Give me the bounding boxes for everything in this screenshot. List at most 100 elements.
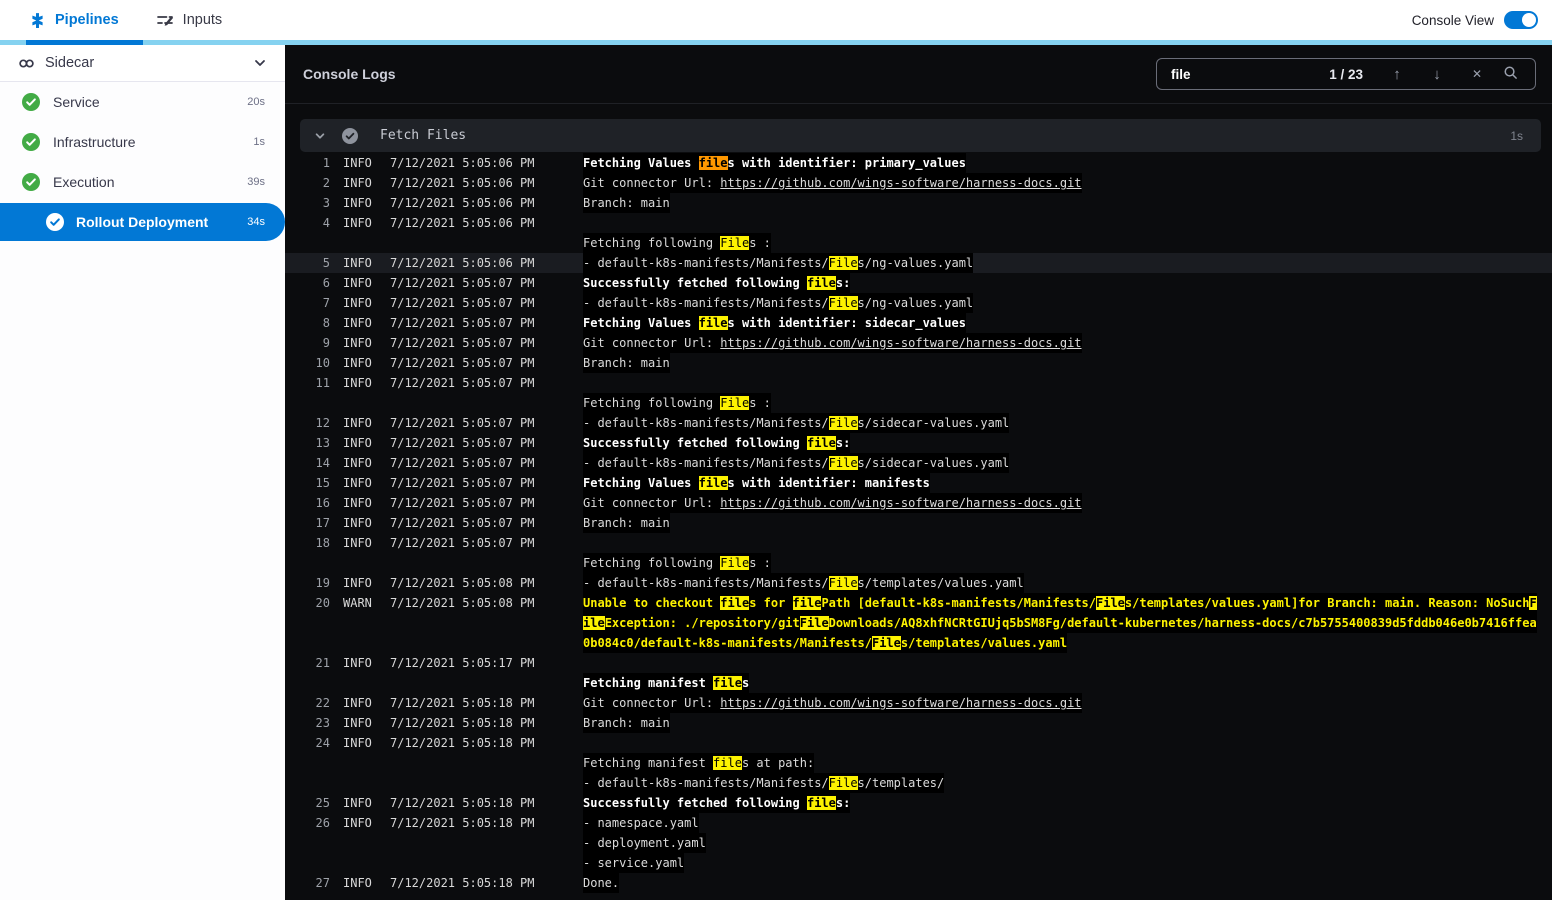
log-row: 4 INFO 7/12/2021 5:05:06 PM (285, 213, 1552, 233)
log-message: - default-k8s-manifests/Manifests/Files/… (583, 253, 974, 273)
sidebar-item-infrastructure[interactable]: Infrastructure 1s (0, 122, 285, 162)
sidebar-item-label: Execution (53, 174, 115, 190)
log-line-number: 27 (315, 876, 330, 890)
log-link[interactable]: https://github.com/wings-software/harnes… (720, 496, 1081, 510)
log-message: Successfully fetched following files: (583, 273, 851, 293)
log-row: 15 INFO 7/12/2021 5:05:07 PM Fetching Value… (285, 473, 1552, 493)
log-row: - default-k8s-manifests/Manifests/Files/… (285, 773, 1552, 793)
log-timestamp: 7/12/2021 5:05:07 PM (390, 516, 535, 530)
log-text: 0b084c0/default-k8s-manifests/Manifests/ (583, 636, 872, 650)
log-text: - deployment.yaml (583, 836, 706, 850)
search-match-highlight: ile (583, 616, 605, 630)
stage-selector[interactable]: Sidecar (0, 45, 285, 82)
log-line-number: 12 (315, 416, 330, 430)
search-match-highlight: file (806, 796, 836, 810)
log-section-fetch-files[interactable]: Fetch Files 1s (300, 119, 1541, 152)
log-level (343, 853, 377, 873)
log-timestamp: 7/12/2021 5:05:06 PM (390, 196, 535, 210)
log-line-number: 1 (322, 156, 330, 170)
log-level (343, 553, 377, 573)
console-view-toggle[interactable] (1504, 11, 1538, 29)
log-level: INFO (343, 316, 372, 330)
log-link[interactable]: https://github.com/wings-software/harnes… (720, 176, 1081, 190)
log-message: Fetching following Files : (583, 233, 771, 253)
log-link[interactable]: https://github.com/wings-software/harnes… (720, 336, 1081, 350)
log-line-number: 11 (315, 376, 330, 390)
log-text: s/ng-values.yaml (857, 256, 974, 270)
log-row: 25 INFO 7/12/2021 5:05:18 PM Successfully f… (285, 793, 1552, 813)
log-message: Fetching Values files with identifier: m… (583, 473, 930, 493)
search-match-highlight: File (828, 456, 858, 470)
log-text: - service.yaml (583, 856, 685, 870)
log-link[interactable]: https://github.com/wings-software/harnes… (720, 696, 1081, 710)
search-close-icon[interactable]: ✕ (1457, 67, 1497, 81)
log-line-number (303, 773, 330, 793)
log-timestamp: 7/12/2021 5:05:07 PM (390, 376, 535, 390)
sidebar-item-execution[interactable]: Execution 39s (0, 162, 285, 202)
log-text: s/templates/ (857, 776, 945, 790)
log-level (343, 233, 377, 253)
log-message: Fetching following Files : (583, 553, 771, 573)
pipeline-icon (32, 12, 43, 28)
log-row: Fetching following Files : (285, 553, 1552, 573)
active-tab-indicator (26, 40, 143, 45)
log-level: INFO (343, 416, 372, 430)
log-timestamp: 7/12/2021 5:05:07 PM (390, 496, 535, 510)
log-row: 5 INFO 7/12/2021 5:05:06 PM - default-k8s-m… (285, 253, 1552, 273)
log-timestamp (390, 833, 533, 853)
log-text: s with identifier: sidecar_values (727, 316, 966, 330)
log-message: - namespace.yaml (583, 813, 699, 833)
log-line-number: 5 (322, 256, 330, 270)
log-text: Fetching following (583, 236, 721, 250)
log-level (343, 393, 377, 413)
log-message: - default-k8s-manifests/Manifests/Files/… (583, 773, 945, 793)
log-text: Branch: main (583, 356, 670, 370)
sidebar-item-service[interactable]: Service 20s (0, 82, 285, 122)
log-level: INFO (343, 196, 372, 210)
log-timestamp (390, 633, 533, 653)
search-match-highlight: File (799, 616, 829, 630)
log-row: Fetching manifest files (285, 673, 1552, 693)
log-level: INFO (343, 216, 372, 230)
log-text: Fetching Values (583, 316, 699, 330)
log-text: Git connector Url: (583, 496, 721, 510)
log-timestamp: 7/12/2021 5:05:06 PM (390, 156, 535, 170)
search-input[interactable] (1171, 66, 1330, 82)
log-text: Git connector Url: (583, 696, 721, 710)
log-text: Fetching manifest (583, 676, 714, 690)
log-text: Unable to checkout (583, 596, 721, 610)
log-timestamp: 7/12/2021 5:05:07 PM (390, 336, 535, 350)
log-message: Git connector Url: https://github.com/wi… (583, 333, 1082, 353)
log-message: Branch: main (583, 513, 670, 533)
success-check-icon (22, 173, 40, 191)
log-row: 18 INFO 7/12/2021 5:05:07 PM (285, 533, 1552, 553)
log-timestamp: 7/12/2021 5:05:08 PM (390, 596, 535, 610)
log-line-number (303, 753, 330, 773)
tab-pipelines[interactable]: Pipelines (27, 0, 121, 40)
log-message: Git connector Url: https://github.com/wi… (583, 173, 1082, 193)
search-match-highlight: File (1096, 596, 1125, 610)
console-view-label: Console View (1411, 12, 1494, 28)
search-prev-icon[interactable]: ↑ (1377, 66, 1417, 83)
log-timestamp: 7/12/2021 5:05:08 PM (390, 576, 535, 590)
sidebar-item-rollout-deployment[interactable]: Rollout Deployment 34s (0, 203, 285, 241)
log-row: 20 WARN 7/12/2021 5:05:08 PM Unable to chec… (285, 593, 1552, 613)
log-message: Fetching Values files with identifier: s… (583, 313, 966, 333)
log-timestamp: 7/12/2021 5:05:07 PM (390, 476, 535, 490)
log-message: Branch: main (583, 713, 670, 733)
log-message: - default-k8s-manifests/Manifests/Files/… (583, 573, 1024, 593)
log-row: 11 INFO 7/12/2021 5:05:07 PM (285, 373, 1552, 393)
log-timestamp (390, 773, 533, 793)
search-match-highlight: file (806, 436, 836, 450)
log-text: - default-k8s-manifests/Manifests/ (583, 576, 829, 590)
duration-badge: 39s (247, 176, 265, 188)
log-row: - deployment.yaml (285, 833, 1552, 853)
log-level: WARN (343, 596, 372, 610)
log-text: s at path: (741, 756, 815, 770)
log-row: 24 INFO 7/12/2021 5:05:18 PM (285, 733, 1552, 753)
tab-inputs[interactable]: Inputs (154, 0, 225, 40)
log-level: INFO (343, 436, 372, 450)
search-icon[interactable] (1497, 65, 1523, 84)
log-text: Successfully fetched following (583, 436, 807, 450)
search-next-icon[interactable]: ↓ (1417, 66, 1457, 83)
